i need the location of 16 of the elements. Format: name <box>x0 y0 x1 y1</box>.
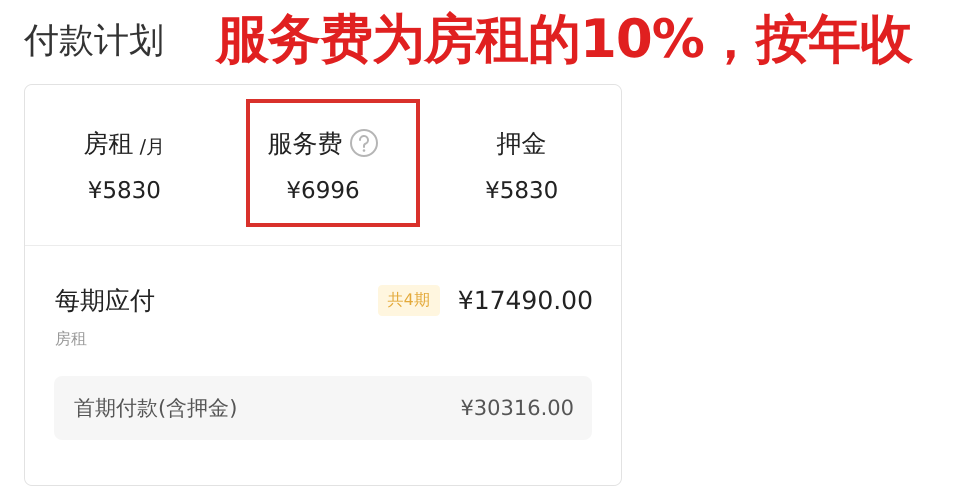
per-period-note: 房租 <box>55 329 88 350</box>
fee-amount: ¥5830 <box>485 178 558 204</box>
fee-label: 押金 <box>496 128 547 160</box>
first-payment-amount: ¥30316.00 <box>460 396 574 420</box>
fee-label: 房租 <box>84 128 134 160</box>
fee-unit: /月 <box>140 135 166 160</box>
period-count-badge: 共4期 <box>378 285 440 316</box>
help-icon[interactable] <box>348 128 378 158</box>
fee-amount: ¥6996 <box>286 178 360 204</box>
first-payment-label: 首期付款(含押金) <box>74 395 238 422</box>
fee-amount: ¥5830 <box>88 178 161 204</box>
per-period-amount: ¥17490.00 <box>458 286 593 315</box>
annotation-text: 服务费为房租的10%，按年收 <box>216 8 912 72</box>
section-title: 付款计划 <box>24 20 164 62</box>
fee-label: 服务费 <box>268 128 342 160</box>
per-period-label: 每期应付 <box>55 285 156 317</box>
